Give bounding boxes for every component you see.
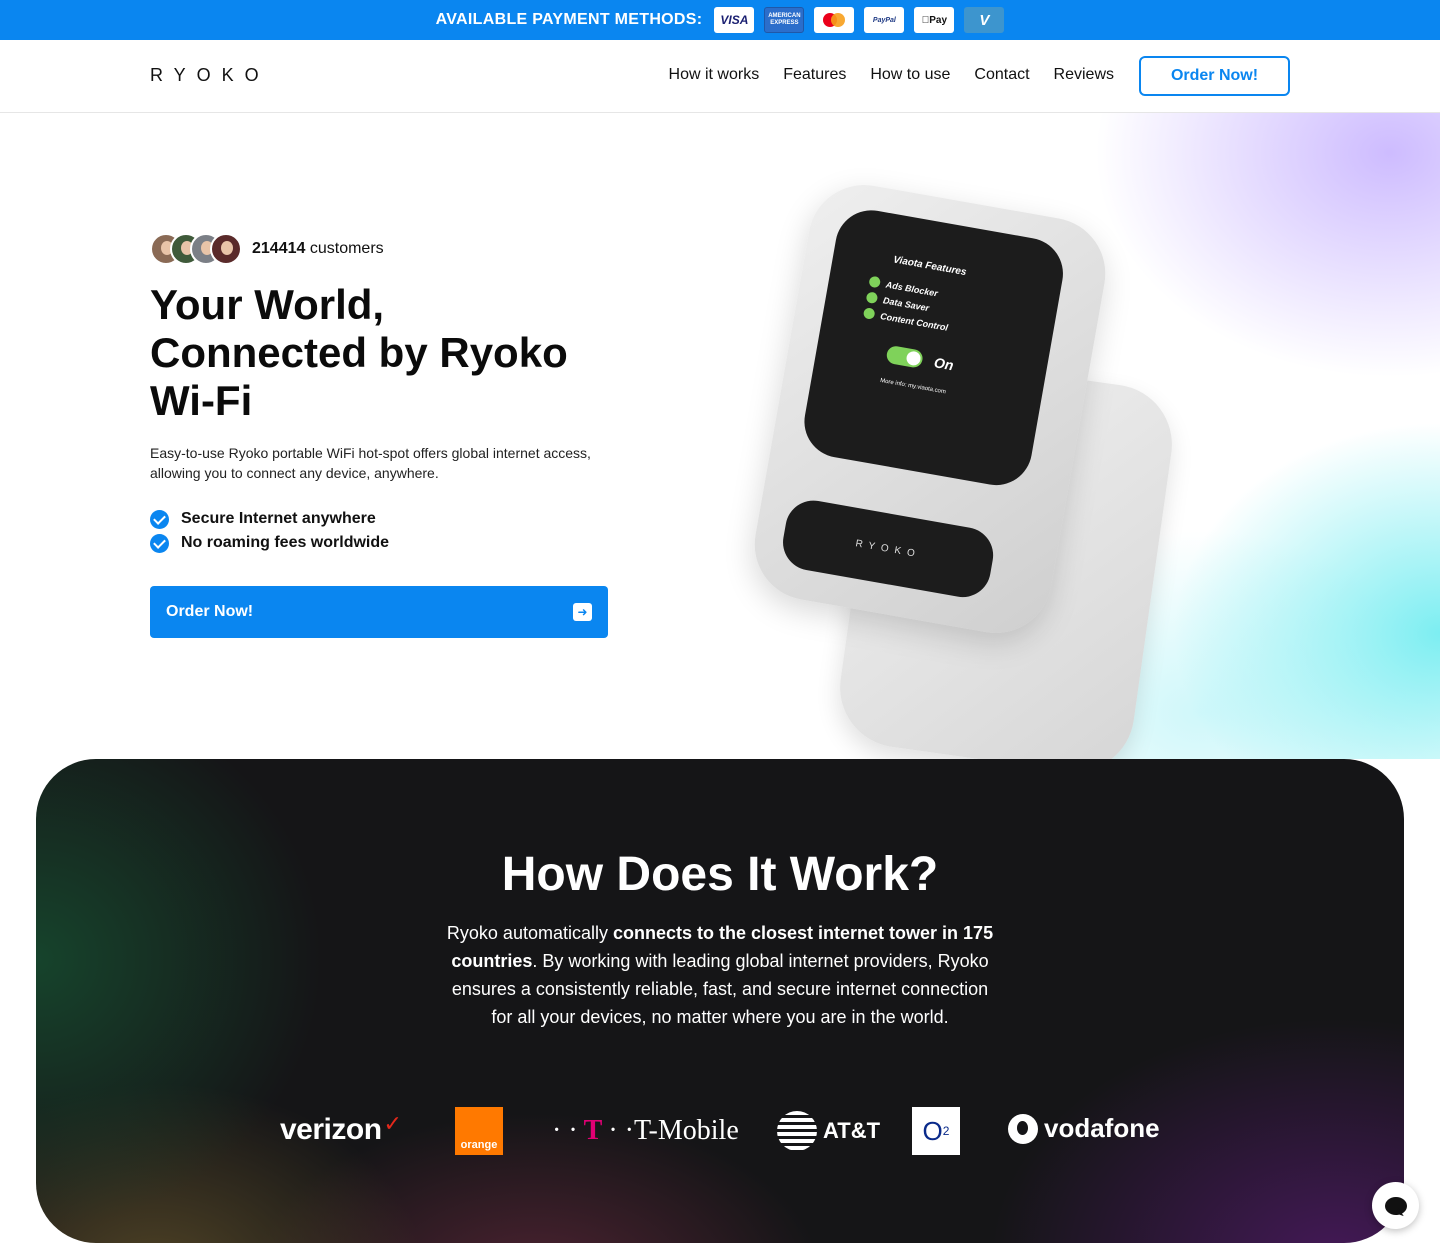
amex-icon: AMERICAN EXPRESS [764, 7, 805, 33]
device-screen: Viaota Features Ads Blocker Data Saver C… [798, 204, 1069, 491]
main-nav: How it works Features How to use Contact… [669, 66, 1114, 84]
feature-item: Secure Internet anywhere [150, 507, 389, 531]
apple-pay-icon: Pay [914, 7, 955, 33]
feature-label: Secure Internet anywhere [181, 510, 376, 527]
o2-logo: O2 [912, 1107, 960, 1155]
hero-order-label: Order Now! [166, 603, 254, 620]
verizon-logo: verizon ✓ [280, 1111, 402, 1146]
nav-how-to-use[interactable]: How to use [870, 66, 950, 84]
device-brand: RYOKO [778, 496, 998, 602]
how-description: Ryoko automatically connects to the clos… [446, 923, 994, 1027]
check-icon [865, 291, 879, 305]
customers-text: 214414 customers [252, 240, 384, 258]
feature-item: No roaming fees worldwide [150, 531, 389, 555]
venmo-icon: V [964, 7, 1005, 33]
payment-methods-label: AVAILABLE PAYMENT METHODS: [435, 11, 703, 28]
tmobile-logo: · · T · · T-Mobile [552, 1115, 739, 1146]
customers-number: 214414 [252, 240, 306, 257]
check-icon [868, 275, 882, 289]
mastercard-icon [814, 7, 855, 33]
how-title: How Does It Work? [501, 848, 939, 901]
ryoko-device-image: Viaota Features Ads Blocker Data Saver C… [745, 176, 1180, 759]
paypal-icon: PayPal [864, 7, 905, 33]
chat-icon [1384, 1196, 1407, 1215]
check-icon: ✓ [383, 1111, 402, 1136]
att-logo: AT&T [777, 1111, 880, 1151]
vodafone-icon [1008, 1113, 1038, 1144]
att-globe-icon [777, 1111, 817, 1151]
carrier-logos: verizon ✓ orange · · T · · T-Mobile AT&T O2 … [36, 1105, 1404, 1157]
payment-methods-bar: AVAILABLE PAYMENT METHODS: VISA AMERICAN… [0, 0, 1440, 40]
how-it-works-section: How Does It Work? Ryoko automatically co… [36, 759, 1404, 1243]
check-icon [150, 509, 169, 529]
site-header: RYOKO How it works Features How to use C… [0, 40, 1440, 113]
header-order-button[interactable]: Order Now! [1139, 56, 1290, 96]
screen-toggle: On [885, 344, 1022, 386]
customer-avatars [150, 233, 242, 265]
chat-button[interactable] [1372, 1182, 1419, 1229]
customers-label: customers [309, 240, 384, 257]
nav-contact[interactable]: Contact [974, 66, 1029, 84]
ryoko-logo[interactable]: RYOKO [150, 65, 270, 86]
hero-order-button[interactable]: Order Now! ➜ [150, 586, 608, 638]
nav-features[interactable]: Features [783, 66, 846, 84]
check-icon [862, 307, 876, 320]
toggle-icon [885, 344, 924, 369]
feature-label: No roaming fees worldwide [181, 534, 390, 551]
vodafone-logo: vodafone [1008, 1113, 1160, 1144]
hero-subtitle: Easy-to-use Ryoko portable WiFi hot-spot… [150, 445, 591, 481]
hero-features: Secure Internet anywhere No roaming fees… [150, 507, 389, 555]
arrow-right-icon: ➜ [573, 603, 592, 621]
avatar [210, 233, 242, 265]
customer-count: 214414 customers [150, 233, 384, 265]
hero-section: 214414 customers Your World, Connected b… [0, 113, 1440, 759]
nav-reviews[interactable]: Reviews [1054, 66, 1114, 84]
nav-how-it-works[interactable]: How it works [669, 66, 760, 84]
orange-logo: orange [455, 1107, 503, 1155]
check-icon [150, 533, 169, 553]
visa-icon: VISA [714, 7, 755, 33]
hero-title: Your World, Connected by Ryoko Wi-Fi [150, 281, 568, 424]
screen-more-info: More info: my.viaota.com [879, 377, 947, 396]
